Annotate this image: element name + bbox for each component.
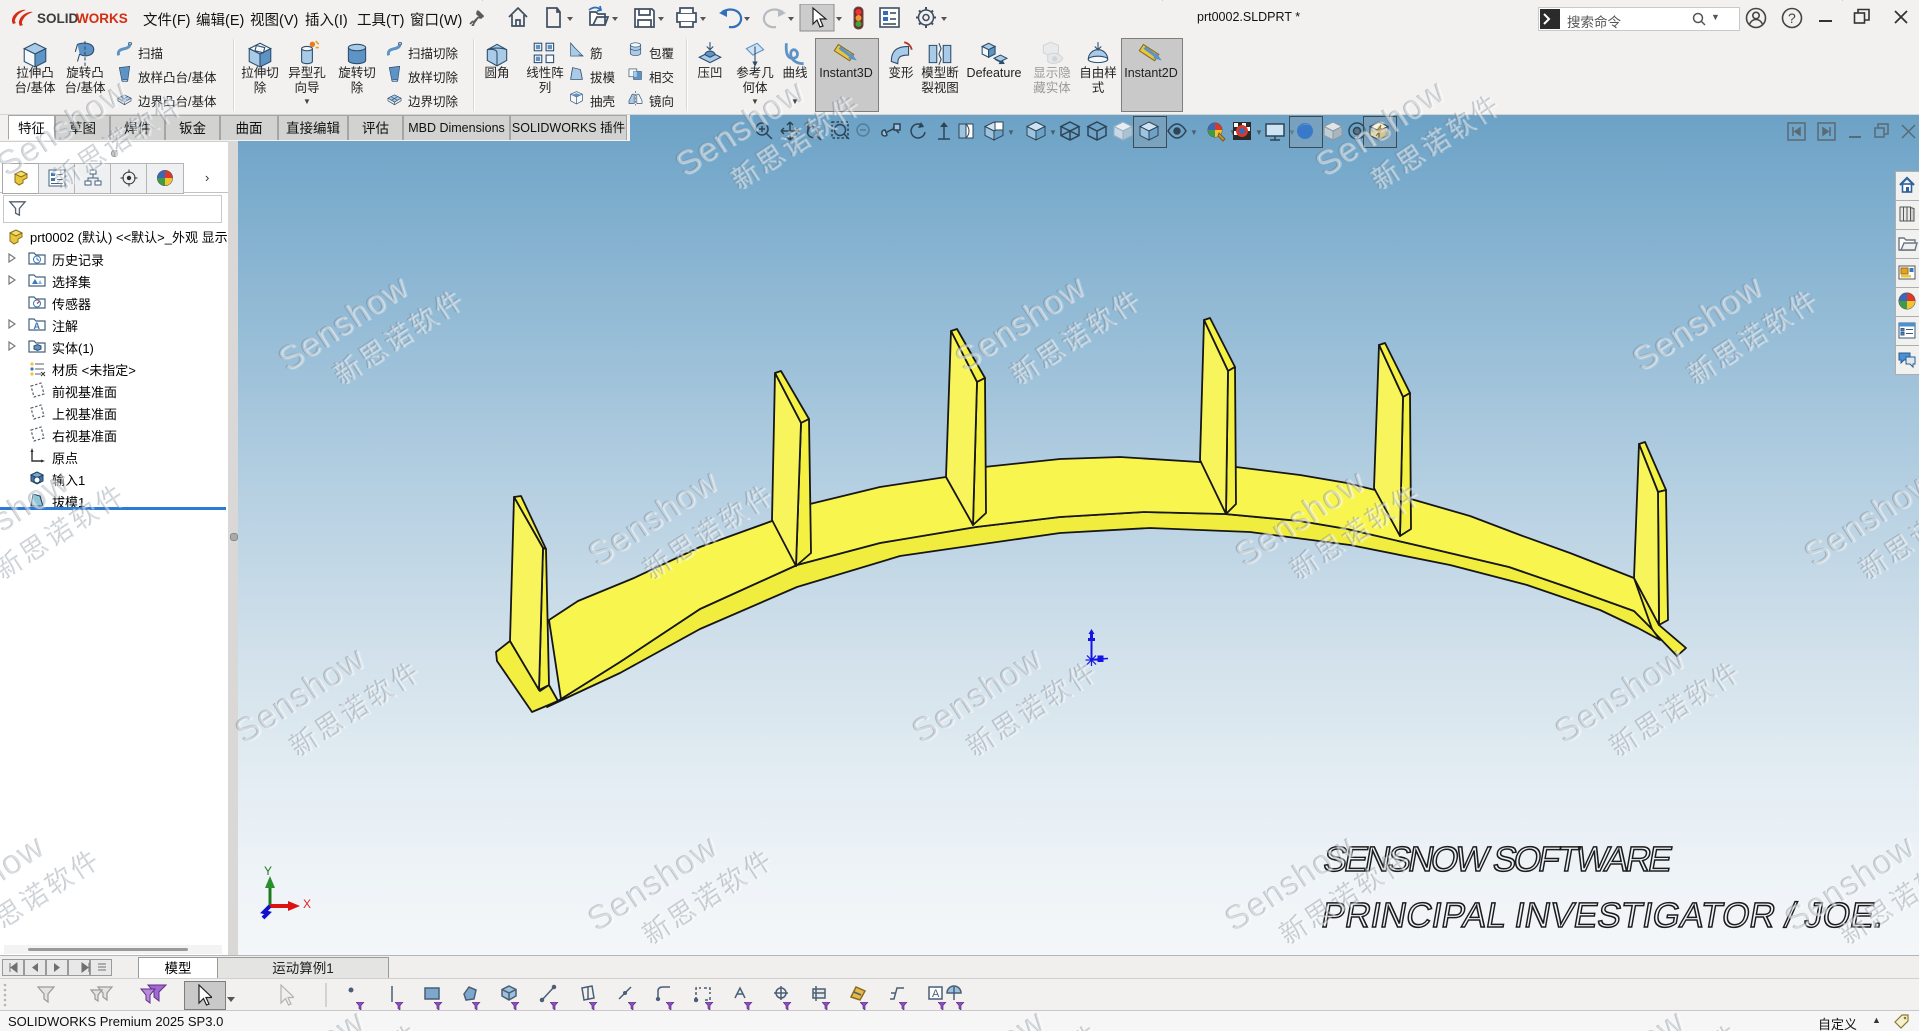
svg-text:A: A: [34, 321, 41, 331]
svg-text:PRINCIPAL INVESTIGATOR / JOE.: PRINCIPAL INVESTIGATOR / JOE.: [1319, 896, 1890, 935]
svg-text:WORKS: WORKS: [76, 11, 128, 26]
svg-text:Y: Y: [264, 864, 272, 878]
svg-text:X: X: [303, 897, 311, 911]
svg-text:SOLID: SOLID: [37, 11, 79, 26]
svg-text:SENSNOW SOFTWARE: SENSNOW SOFTWARE: [1321, 840, 1678, 879]
svg-text:?: ?: [1788, 10, 1796, 26]
